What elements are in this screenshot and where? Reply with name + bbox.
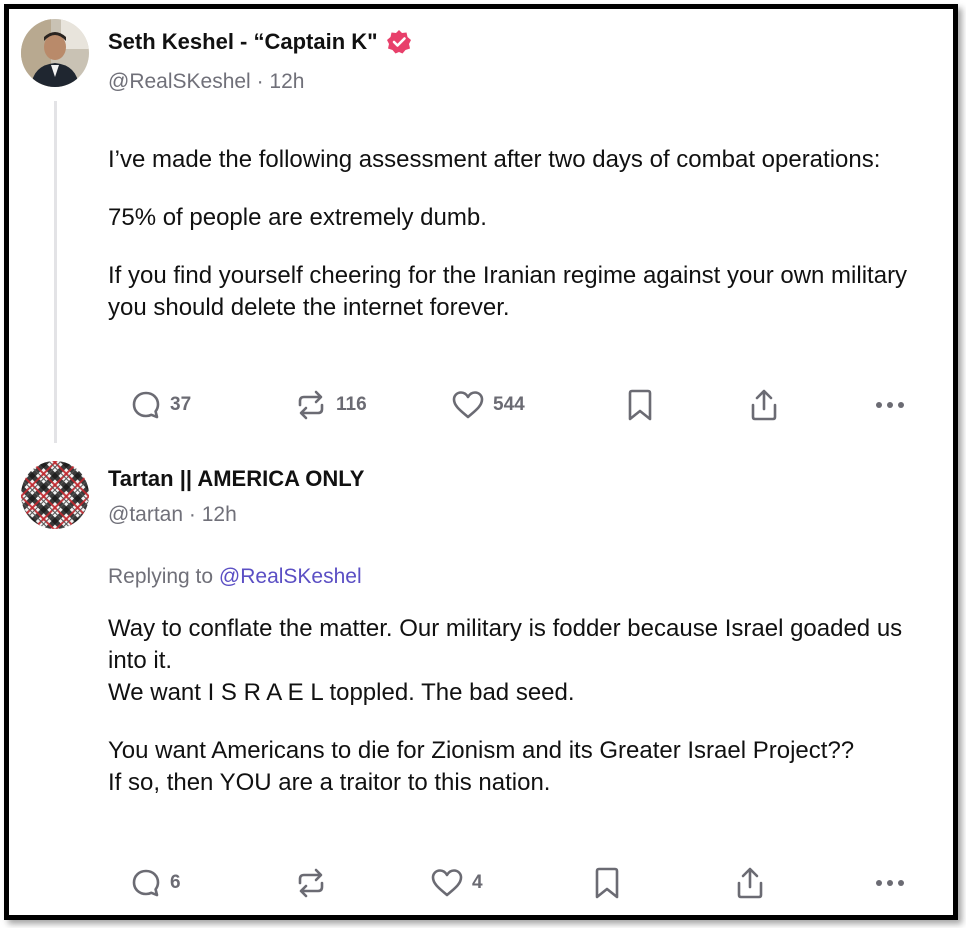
thread-line (54, 101, 57, 443)
reply-button[interactable]: 6 (130, 865, 181, 901)
replying-to-label: Replying to (108, 565, 214, 588)
profile-photo-icon (21, 19, 89, 87)
more-options-button[interactable] (874, 387, 906, 423)
like-button[interactable]: 4 (430, 865, 483, 901)
post-time: 12h (269, 70, 305, 93)
post-seth-keshel: Seth Keshel - “Captain K" @RealSKeshel ·… (9, 9, 953, 459)
like-button[interactable]: 544 (451, 387, 525, 423)
post-paragraph: Way to conflate the matter. Our military… (108, 615, 903, 706)
reply-icon (130, 867, 162, 899)
avatar-seth-keshel[interactable] (21, 19, 89, 87)
repost-count: 116 (336, 394, 367, 415)
avatar-tartan[interactable] (21, 461, 89, 529)
bookmark-button[interactable] (593, 865, 621, 901)
separator-dot: · (256, 70, 264, 93)
heart-icon (451, 389, 485, 421)
post-paragraph: I’ve made the following assessment after… (108, 146, 881, 173)
more-options-icon (874, 878, 906, 888)
post-time: 12h (201, 503, 237, 526)
reply-icon (130, 389, 162, 421)
heart-icon (430, 867, 464, 899)
tartan-pattern-icon (21, 461, 89, 529)
bookmark-button[interactable] (626, 387, 654, 423)
verified-badge-icon (386, 29, 412, 55)
post-body: Way to conflate the matter. Our military… (108, 613, 918, 825)
reply-count: 6 (170, 872, 181, 893)
author-display-name[interactable]: Seth Keshel - “Captain K" (108, 29, 378, 55)
author-handle[interactable]: @RealSKeshel (108, 70, 251, 93)
replying-to-mention[interactable]: @RealSKeshel (219, 565, 362, 588)
bookmark-icon (593, 866, 621, 900)
author-row: Seth Keshel - “Captain K" (108, 29, 412, 55)
like-count: 544 (493, 394, 525, 415)
repost-button[interactable]: 116 (294, 387, 367, 423)
post-paragraph: 75% of people are extremely dumb. (108, 204, 487, 231)
reply-button[interactable]: 37 (130, 387, 191, 423)
bookmark-icon (626, 388, 654, 422)
action-bar: 37 116 544 (108, 387, 928, 423)
more-options-button[interactable] (874, 865, 906, 901)
author-handle-row: @RealSKeshel · 12h (108, 70, 304, 94)
repost-icon (294, 389, 328, 421)
separator-dot: · (188, 503, 196, 526)
author-handle[interactable]: @tartan (108, 503, 183, 526)
post-body: I’ve made the following assessment after… (108, 144, 918, 350)
like-count: 4 (472, 872, 483, 893)
reply-count: 37 (170, 394, 192, 415)
author-row: Tartan || AMERICA ONLY (108, 466, 364, 492)
share-icon (734, 866, 766, 900)
repost-icon (294, 867, 328, 899)
author-handle-row: @tartan · 12h (108, 503, 237, 527)
screenshot-frame: Seth Keshel - “Captain K" @RealSKeshel ·… (4, 4, 958, 920)
share-button[interactable] (734, 865, 766, 901)
post-paragraph: You want Americans to die for Zionism an… (108, 737, 855, 796)
share-button[interactable] (748, 387, 780, 423)
more-options-icon (874, 400, 906, 410)
action-bar: 6 4 (108, 865, 928, 901)
author-display-name[interactable]: Tartan || AMERICA ONLY (108, 466, 364, 492)
post-paragraph: If you find yourself cheering for the Ir… (108, 262, 908, 321)
post-tartan-reply: Tartan || AMERICA ONLY @tartan · 12h Rep… (9, 449, 953, 915)
replying-to: Replying to @RealSKeshel (108, 565, 362, 589)
repost-button[interactable] (294, 865, 336, 901)
share-icon (748, 388, 780, 422)
